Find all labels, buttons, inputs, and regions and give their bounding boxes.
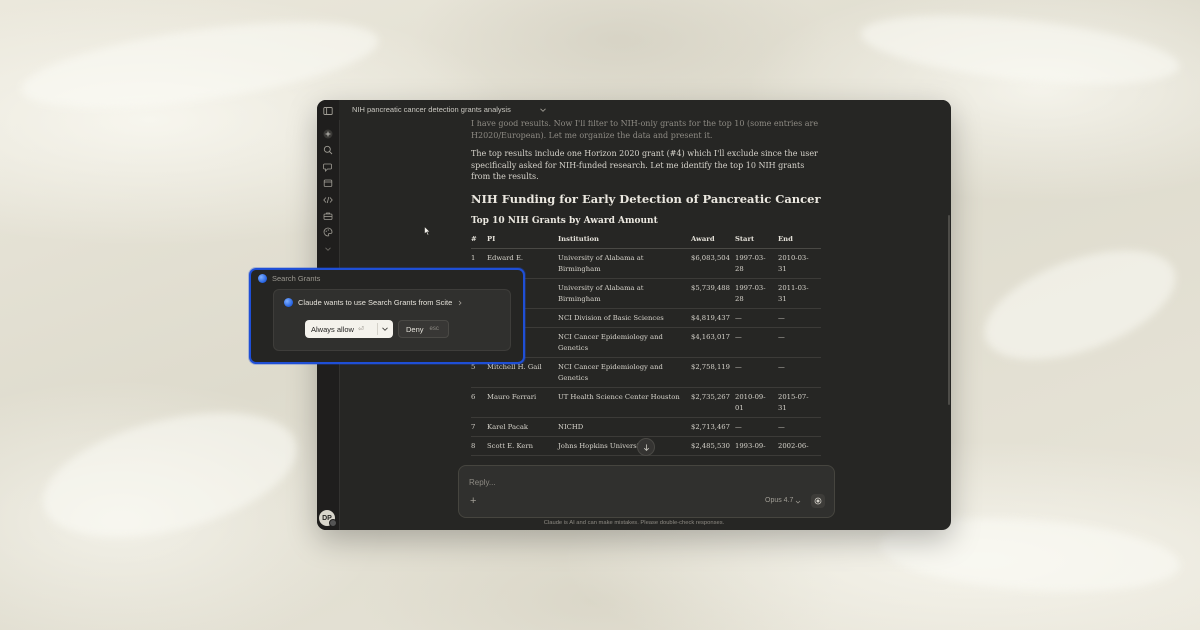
voice-icon [814, 497, 822, 505]
deny-button[interactable]: Deny esc [398, 320, 449, 338]
table-cell: $2,735,267 [691, 387, 735, 418]
sidebar-toggle-icon[interactable] [322, 105, 334, 117]
model-selector[interactable]: Opus 4.7 [765, 497, 793, 504]
table-cell: University of Alabama at Birmingham [558, 278, 691, 309]
briefcase-icon[interactable] [322, 210, 334, 222]
permission-request[interactable]: Claude wants to use Search Grants from S… [284, 298, 463, 307]
deny-label: Deny [406, 324, 424, 334]
table-cell: 1997-03-28 [735, 248, 778, 279]
table-row: 6 Mauro Ferrari UT Health Science Center H… [471, 387, 821, 418]
table-cell: $2,758,119 [691, 357, 735, 388]
table-cell: Scott E. Kern [487, 436, 558, 456]
dialog-header: Search Grants [258, 274, 320, 283]
column-header: # [471, 233, 487, 249]
table-cell: — [778, 308, 821, 328]
table-cell: NCI Cancer Epidemiology and Genetics [558, 357, 691, 388]
title-bar: NIH pancreatic cancer detection grants a… [339, 100, 951, 120]
chats-icon[interactable] [322, 161, 334, 173]
chevron-right-icon [458, 300, 462, 305]
always-allow-button[interactable]: Always allow ⏎ [305, 320, 393, 338]
table-cell: NCI Division of Basic Sciences [558, 308, 691, 328]
table-cell: 2010-03-31 [778, 248, 821, 279]
new-chat-icon[interactable] [322, 128, 334, 140]
table-cell: 2015-07-31 [778, 387, 821, 418]
chevron-down-icon[interactable] [381, 325, 389, 333]
chevron-down-icon[interactable] [539, 106, 547, 114]
conversation-title[interactable]: NIH pancreatic cancer detection grants a… [352, 105, 511, 114]
table-cell: 8 [471, 436, 487, 456]
table-cell: $4,819,437 [691, 308, 735, 328]
reply-input[interactable] [469, 475, 749, 489]
search-icon[interactable] [322, 144, 334, 156]
table-cell: $2,485,530 [691, 436, 735, 456]
scite-icon [284, 298, 293, 307]
table-cell: 2002-06- [778, 436, 821, 456]
column-header: Start [735, 233, 778, 249]
table-cell: Karel Pacak [487, 417, 558, 437]
table-cell: — [778, 357, 821, 388]
chevron-down-icon[interactable] [795, 499, 801, 505]
column-header: PI [487, 233, 558, 249]
table-cell: 2011-03-31 [778, 278, 821, 309]
esc-shortcut: esc [429, 326, 439, 332]
button-divider [377, 323, 378, 335]
chevron-down-icon[interactable] [322, 243, 334, 255]
table-cell: $4,163,017 [691, 327, 735, 358]
table-cell: $2,713,467 [691, 417, 735, 437]
tool-name: Search Grants [272, 274, 321, 283]
table-cell: $5,739,488 [691, 278, 735, 309]
response-heading: NIH Funding for Early Detection of Pancr… [471, 191, 821, 206]
table-cell: 7 [471, 417, 487, 437]
add-attachment-icon[interactable]: + [470, 496, 480, 507]
scrollbar[interactable] [948, 215, 950, 405]
arrow-down-icon [643, 443, 649, 451]
disclaimer-text: Claude is AI and can make mistakes. Plea… [543, 520, 725, 526]
table-cell: — [735, 308, 778, 328]
table-cell: — [735, 357, 778, 388]
response-subheading: Top 10 NIH Grants by Award Amount [471, 215, 658, 226]
table-cell: NICHD [558, 417, 691, 437]
table-cell: — [778, 417, 821, 437]
column-header: End [778, 233, 821, 249]
table-cell: 2010-09-01 [735, 387, 778, 418]
palette-icon[interactable] [322, 226, 334, 238]
table-row: 7 Karel Pacak NICHD $2,713,467— — [471, 417, 821, 437]
table-cell: University of Alabama at Birmingham [558, 248, 691, 279]
table-cell: 1993-09- [735, 436, 778, 456]
enter-key-icon: ⏎ [357, 326, 364, 333]
table-cell: $6,083,504 [691, 248, 735, 279]
voice-mode-button[interactable] [811, 494, 825, 508]
table-cell: — [735, 417, 778, 437]
table-cell: Johns Hopkins University [558, 436, 691, 456]
assistant-message: The top results include one Horizon 2020… [471, 149, 818, 181]
code-icon[interactable] [322, 194, 334, 206]
table-cell: Mauro Ferrari [487, 387, 558, 418]
always-allow-label: Always allow [311, 324, 354, 334]
table-header-row: # PI Institution Award Start End [471, 233, 821, 249]
table-cell: 6 [471, 387, 487, 418]
permission-request-text: Claude wants to use Search Grants from S… [298, 298, 453, 307]
column-header: Award [691, 233, 735, 249]
projects-icon[interactable] [322, 177, 334, 189]
composer: + Opus 4.7 [458, 465, 835, 518]
scite-icon [258, 274, 267, 283]
mouse-cursor-icon [424, 226, 431, 236]
table-cell: — [778, 327, 821, 358]
table-cell: UT Health Science Center Houston [558, 387, 691, 418]
table-cell: NCI Cancer Epidemiology and Genetics [558, 327, 691, 358]
table-cell: 1997-03-28 [735, 278, 778, 309]
permission-card: Claude wants to use Search Grants from S… [273, 289, 511, 351]
table-cell: — [735, 327, 778, 358]
column-header: Institution [558, 233, 691, 249]
table-row: 5 Mitchell H. Gail NCI Cancer Epidemiology… [471, 357, 821, 388]
tool-permission-dialog: Search Grants Claude wants to use Search… [249, 268, 525, 364]
scroll-to-bottom-button[interactable] [637, 438, 655, 456]
assistant-message: I have good results. Now I'll filter to … [471, 119, 819, 140]
